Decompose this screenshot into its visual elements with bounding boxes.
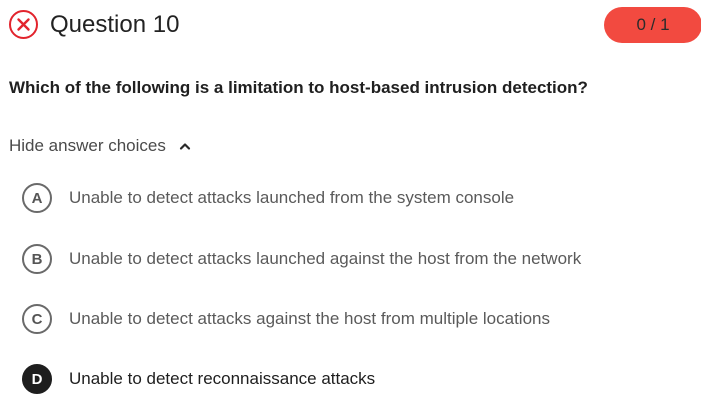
choice-text: Unable to detect reconnaissance attacks [69, 369, 376, 388]
choice-text: Unable to detect attacks launched agains… [69, 249, 582, 268]
close-circle-icon [9, 10, 38, 39]
choice-letter-badge: C [22, 304, 52, 334]
answer-choice-b[interactable]: B Unable to detect attacks launched agai… [22, 244, 581, 274]
chevron-up-icon [179, 141, 191, 151]
answer-choice-a[interactable]: A Unable to detect attacks launched from… [22, 183, 514, 213]
score-badge: 0 / 1 [604, 7, 701, 43]
toggle-label: Hide answer choices [9, 136, 166, 155]
answer-choice-d[interactable]: D Unable to detect reconnaissance attack… [22, 364, 375, 394]
choice-letter-badge: A [22, 183, 52, 213]
hide-answer-choices-toggle[interactable]: Hide answer choices [9, 135, 191, 157]
choice-text: Unable to detect attacks against the hos… [69, 309, 550, 328]
choice-letter-badge: B [22, 244, 52, 274]
choice-text: Unable to detect attacks launched from t… [69, 188, 515, 207]
question-text: Which of the following is a limitation t… [9, 78, 588, 97]
answer-choice-c[interactable]: C Unable to detect attacks against the h… [22, 304, 550, 334]
question-title: Question 10 [50, 11, 180, 38]
choice-letter-badge: D [22, 364, 52, 394]
